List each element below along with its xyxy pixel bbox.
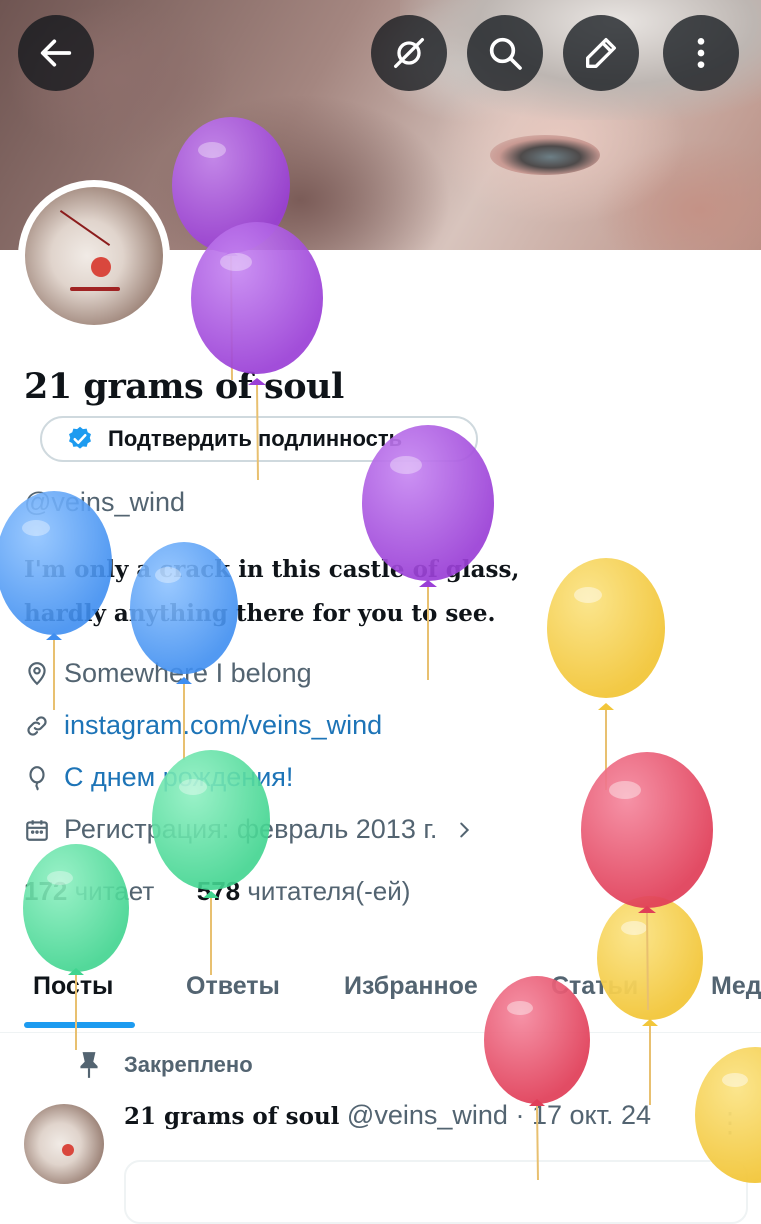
following-label: читает bbox=[74, 876, 155, 906]
avatar-image bbox=[25, 187, 163, 325]
grok-icon bbox=[394, 38, 424, 69]
link-icon bbox=[27, 715, 47, 736]
website-row[interactable]: instagram.com/veins_wind bbox=[24, 710, 382, 741]
avatar-crack bbox=[59, 209, 111, 247]
post-more-icon[interactable]: ⋮ bbox=[716, 1106, 744, 1139]
profile-handle: @veins_wind bbox=[24, 487, 185, 517]
post-avatar[interactable] bbox=[24, 1104, 104, 1184]
post-author-name[interactable]: 21 grams of soul bbox=[124, 1103, 339, 1130]
pinned-label: Закреплено bbox=[124, 1052, 253, 1077]
chevron-right-icon bbox=[460, 822, 470, 837]
birthday-text[interactable]: С днем рождения! bbox=[64, 762, 293, 793]
profile-name: 21 grams of soul bbox=[24, 366, 344, 407]
pin-icon bbox=[80, 1052, 98, 1078]
avatar-nose bbox=[91, 257, 111, 277]
avatar-nose bbox=[62, 1144, 74, 1156]
bio-line: I'm only a crack in this castle of glass… bbox=[24, 556, 520, 583]
edit-icon bbox=[586, 38, 616, 69]
followers-label: читателя(-ей) bbox=[247, 876, 411, 906]
following-link[interactable]: 172 читает bbox=[24, 876, 154, 906]
followers-link[interactable]: 578 читателя(-ей) bbox=[197, 876, 411, 906]
arrow-left-icon bbox=[40, 39, 72, 67]
calendar-icon bbox=[26, 819, 48, 841]
location-text: Somewhere I belong bbox=[64, 658, 312, 688]
tab-highlights[interactable]: Избранное bbox=[344, 972, 478, 1001]
avatar[interactable] bbox=[18, 180, 170, 332]
following-count: 172 bbox=[24, 876, 68, 906]
website-link[interactable]: instagram.com/veins_wind bbox=[64, 710, 382, 741]
location-row: Somewhere I belong bbox=[24, 658, 312, 689]
post-author-handle[interactable]: @veins_wind bbox=[347, 1100, 508, 1130]
verified-badge-icon bbox=[69, 426, 91, 449]
grok-button[interactable] bbox=[371, 15, 447, 91]
post-media-card[interactable] bbox=[124, 1160, 748, 1224]
search-icon bbox=[489, 37, 522, 70]
avatar-mouth bbox=[70, 287, 120, 291]
followers-count: 578 bbox=[196, 876, 241, 906]
tab-replies[interactable]: Ответы bbox=[186, 972, 280, 1001]
balloon bbox=[547, 558, 665, 790]
profile-bio: I'm only a crack in this castle of glass… bbox=[24, 548, 519, 636]
search-button[interactable] bbox=[467, 15, 543, 91]
more-vertical-icon bbox=[697, 38, 705, 68]
active-tab-indicator bbox=[24, 1022, 135, 1028]
pinned-indicator: Закреплено bbox=[76, 1050, 253, 1080]
verify-button[interactable]: Подтвердить подлинность bbox=[40, 416, 478, 462]
birthday-row[interactable]: С днем рождения! bbox=[24, 762, 293, 793]
tab-articles[interactable]: Статьи bbox=[551, 972, 638, 1001]
more-button[interactable] bbox=[663, 15, 739, 91]
location-pin-icon bbox=[28, 661, 46, 685]
edit-button[interactable] bbox=[563, 15, 639, 91]
joined-row[interactable]: Регистрация: февраль 2013 г. bbox=[24, 814, 475, 845]
joined-text: Регистрация: февраль 2013 г. bbox=[64, 814, 438, 844]
profile-tabs: Посты Ответы Избранное Статьи Медиа bbox=[0, 960, 761, 1033]
post-separator: · bbox=[515, 1100, 525, 1130]
tab-media[interactable]: Медиа bbox=[711, 972, 761, 1001]
tab-posts[interactable]: Посты bbox=[33, 972, 113, 1001]
post-header: 21 grams of soul @veins_wind · 17 окт. 2… bbox=[124, 1100, 651, 1131]
balloon-icon bbox=[29, 765, 45, 791]
banner-eye bbox=[490, 135, 600, 175]
bio-line: hardly anything there for you to see. bbox=[24, 600, 496, 627]
verify-label: Подтвердить подлинность bbox=[108, 426, 403, 451]
follow-counts: 172 читает 578 читателя(-ей) bbox=[24, 876, 410, 907]
post-date[interactable]: 17 окт. 24 bbox=[532, 1100, 651, 1130]
back-button[interactable] bbox=[18, 15, 94, 91]
